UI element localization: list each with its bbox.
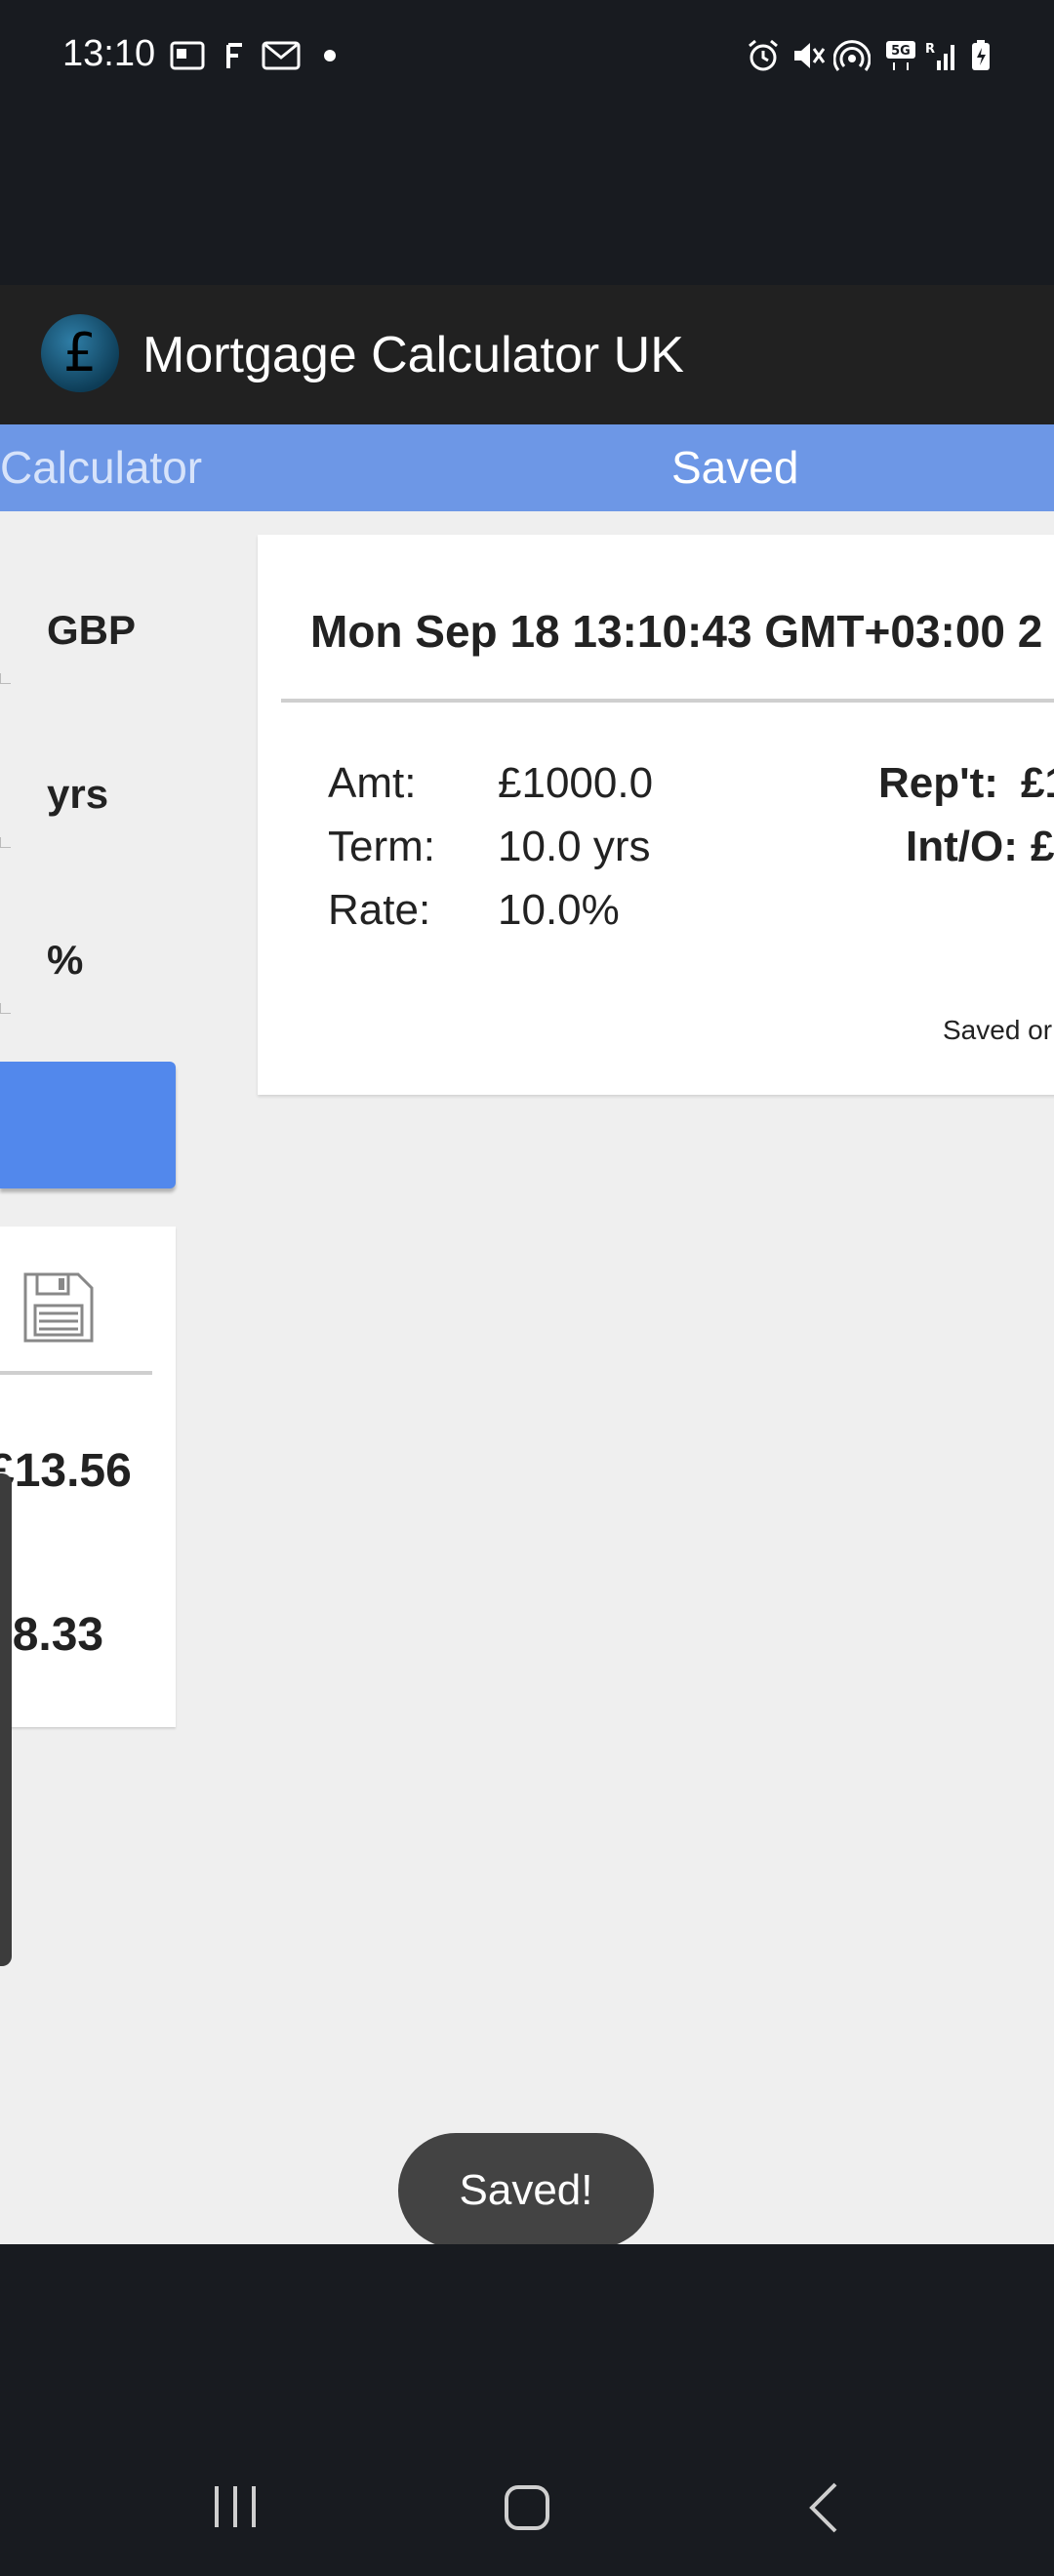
saved-divider [281, 699, 1054, 703]
svg-text:5G: 5G [891, 44, 911, 59]
term-unit-label: yrs [47, 771, 109, 817]
status-bar: 13:10 5G R [0, 0, 1054, 285]
saved-on-text: Saved or [943, 1015, 1053, 1045]
saved-date: Mon Sep 18 13:10:43 GMT+03:00 2 [310, 606, 1043, 657]
interest-value: £ [1031, 823, 1054, 870]
f-icon [226, 43, 242, 68]
currency-unit-label: GBP [47, 607, 137, 653]
rate-value: 10.0% [498, 886, 620, 934]
tab-bar: Calculator Saved [0, 424, 1054, 511]
battery-icon [972, 40, 990, 70]
app-title: Mortgage Calculator UK [142, 327, 684, 383]
result-divider [0, 1371, 152, 1375]
app-logo-icon: £ [41, 314, 119, 392]
repayment-label: Rep't: [878, 759, 998, 807]
signal-icon: R [925, 42, 954, 70]
toast-message: Saved! [398, 2133, 654, 2248]
rate-field-edge[interactable] [0, 1003, 11, 1014]
interest-label: Int/O: [906, 823, 1018, 870]
side-panel-handle[interactable] [0, 1473, 12, 1966]
amount-field-edge[interactable] [0, 673, 11, 684]
hotspot-icon [833, 40, 871, 71]
back-icon[interactable] [804, 2480, 843, 2535]
amount-label: Amt: [328, 759, 417, 807]
rate-label: Rate: [328, 886, 431, 934]
result-interest: £8.33 [0, 1609, 104, 1661]
mute-icon [794, 43, 826, 68]
home-icon[interactable] [502, 2482, 552, 2533]
term-label: Term: [328, 823, 435, 870]
nav-bar [0, 2244, 1054, 2576]
calculate-button[interactable] [0, 1062, 176, 1188]
recent-apps-icon[interactable] [209, 2482, 262, 2531]
mail-icon [262, 41, 301, 70]
dot-icon [324, 50, 336, 61]
svg-text:R: R [925, 42, 935, 57]
amount-value: £1000.0 [498, 759, 654, 807]
save-icon[interactable] [21, 1270, 96, 1345]
status-time: 13:10 [62, 33, 156, 74]
svg-text:£: £ [63, 322, 97, 383]
notification-icon [170, 41, 205, 70]
alarm-icon [749, 39, 778, 71]
5g-icon: 5G [886, 41, 915, 70]
tab-calculator[interactable]: Calculator [0, 424, 202, 511]
rate-unit-label: % [47, 937, 84, 983]
tab-saved[interactable]: Saved [671, 424, 798, 511]
repayment-value: £1 [1021, 759, 1054, 807]
term-value: 10.0 yrs [498, 823, 651, 870]
result-repayment: £13.56 [0, 1445, 132, 1497]
term-field-edge[interactable] [0, 837, 11, 848]
